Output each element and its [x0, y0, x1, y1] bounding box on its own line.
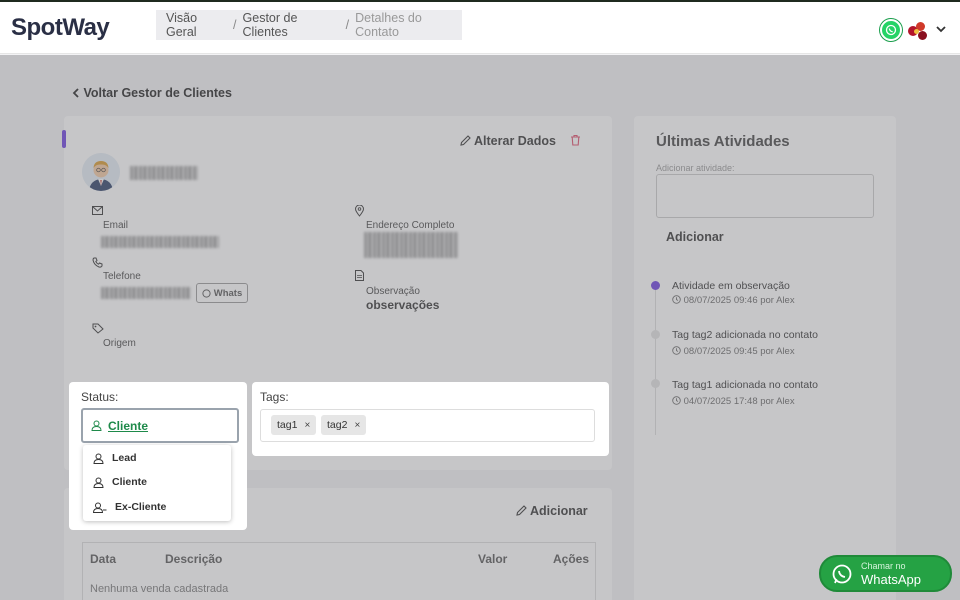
status-option-lead[interactable]: Lead: [93, 452, 137, 464]
tag-chip-label: tag1: [277, 419, 298, 431]
user-icon: [91, 420, 102, 431]
status-option-label: Lead: [112, 452, 137, 464]
whatsapp-chat-button[interactable]: Chamar no WhatsApp: [819, 555, 952, 592]
chevron-down-icon[interactable]: [936, 22, 946, 36]
remove-tag-button[interactable]: ×: [354, 420, 360, 431]
status-option-label: Cliente: [112, 476, 148, 488]
breadcrumb: Visão Geral / Gestor de Clientes / Detal…: [156, 10, 462, 40]
tag-chip: tag1 ×: [271, 415, 317, 435]
remove-tag-button[interactable]: ×: [304, 420, 310, 431]
status-option-ex-cliente[interactable]: Ex-Cliente: [93, 501, 166, 513]
status-selected-value: Cliente: [108, 418, 149, 433]
status-label: Status:: [81, 390, 119, 404]
user-search-icon: [93, 453, 104, 464]
top-bar: SpotWay Visão Geral / Gestor de Clientes…: [0, 2, 960, 54]
status-option-cliente[interactable]: Cliente: [93, 476, 147, 488]
tag-chip: tag2 ×: [321, 415, 367, 435]
status-select[interactable]: Cliente: [81, 408, 239, 443]
whatsapp-chat-line2: WhatsApp: [861, 572, 921, 587]
tag-chip-label: tag2: [327, 419, 348, 431]
tags-label: Tags:: [260, 390, 289, 404]
app-logo[interactable]: SpotWay: [11, 14, 110, 42]
whatsapp-chat-line1: Chamar no: [861, 561, 906, 571]
breadcrumb-separator: /: [233, 18, 237, 32]
breadcrumb-overview[interactable]: Visão Geral: [166, 11, 227, 39]
breadcrumb-separator: /: [345, 18, 350, 32]
whatsapp-status-icon[interactable]: [880, 19, 902, 41]
user-icon: [93, 477, 104, 488]
whatsapp-icon: [832, 564, 852, 584]
breadcrumb-current: Detalhes do Contato: [355, 11, 422, 39]
status-dropdown: Lead Cliente Ex-Cliente: [83, 445, 231, 521]
status-option-label: Ex-Cliente: [115, 501, 167, 513]
user-minus-icon: [93, 502, 107, 513]
breadcrumb-client-manager[interactable]: Gestor de Clientes: [243, 11, 340, 39]
user-avatar[interactable]: [908, 20, 930, 42]
